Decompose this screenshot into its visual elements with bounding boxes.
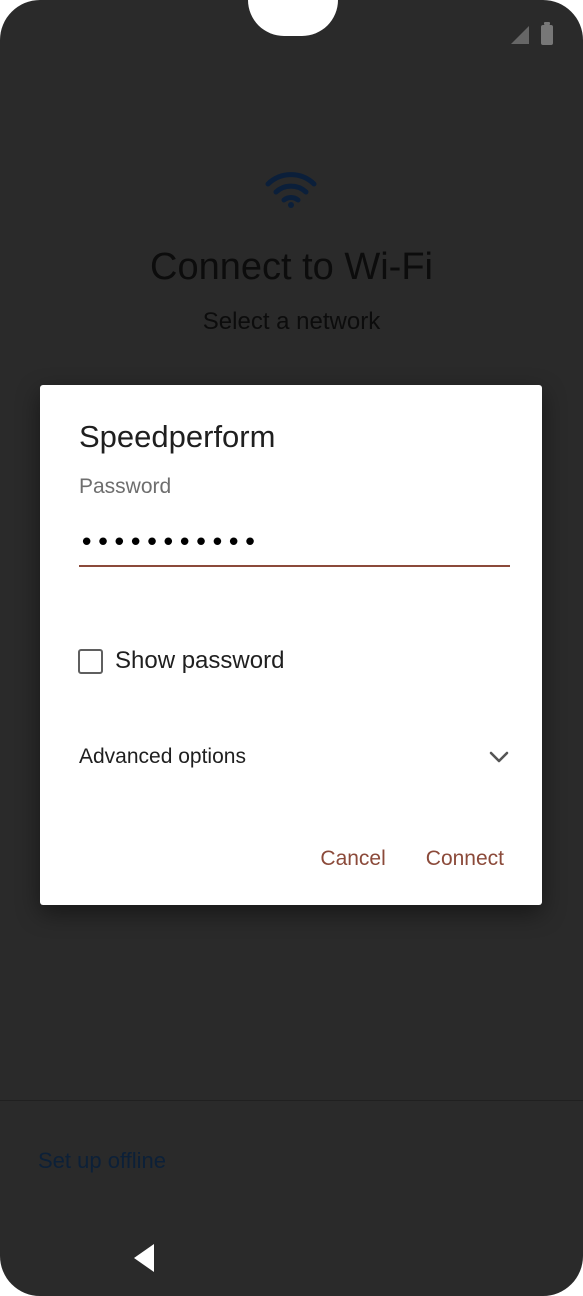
dialog-actions: Cancel Connect [320, 847, 504, 871]
advanced-options-label[interactable]: Advanced options [79, 745, 246, 769]
page-title: Connect to Wi-Fi [150, 246, 433, 288]
cancel-button[interactable]: Cancel [320, 847, 385, 871]
password-label: Password [79, 475, 172, 498]
divider [0, 1100, 583, 1101]
battery-icon [541, 22, 553, 45]
page-subtitle: Select a network [202, 308, 381, 335]
phone-screen: Connect to Wi-Fi Select a network Set up… [0, 0, 583, 1296]
signal-icon [511, 26, 529, 44]
connect-button[interactable]: Connect [426, 847, 504, 871]
wifi-password-dialog: Speedperform Password Show password Adva… [40, 385, 542, 905]
camera-notch [248, 0, 338, 36]
dialog-title: Speedperform [79, 419, 276, 454]
wifi-icon [265, 172, 317, 208]
setup-offline-link[interactable]: Set up offline [38, 1148, 166, 1174]
show-password-checkbox[interactable] [78, 648, 103, 674]
status-bar [509, 22, 553, 46]
password-field[interactable] [79, 521, 510, 567]
back-icon[interactable] [130, 1242, 158, 1274]
chevron-down-icon[interactable] [488, 749, 510, 765]
show-password-label[interactable]: Show password [115, 647, 284, 675]
show-password-row[interactable]: Show password [78, 647, 284, 675]
advanced-options-row[interactable]: Advanced options [79, 741, 510, 775]
